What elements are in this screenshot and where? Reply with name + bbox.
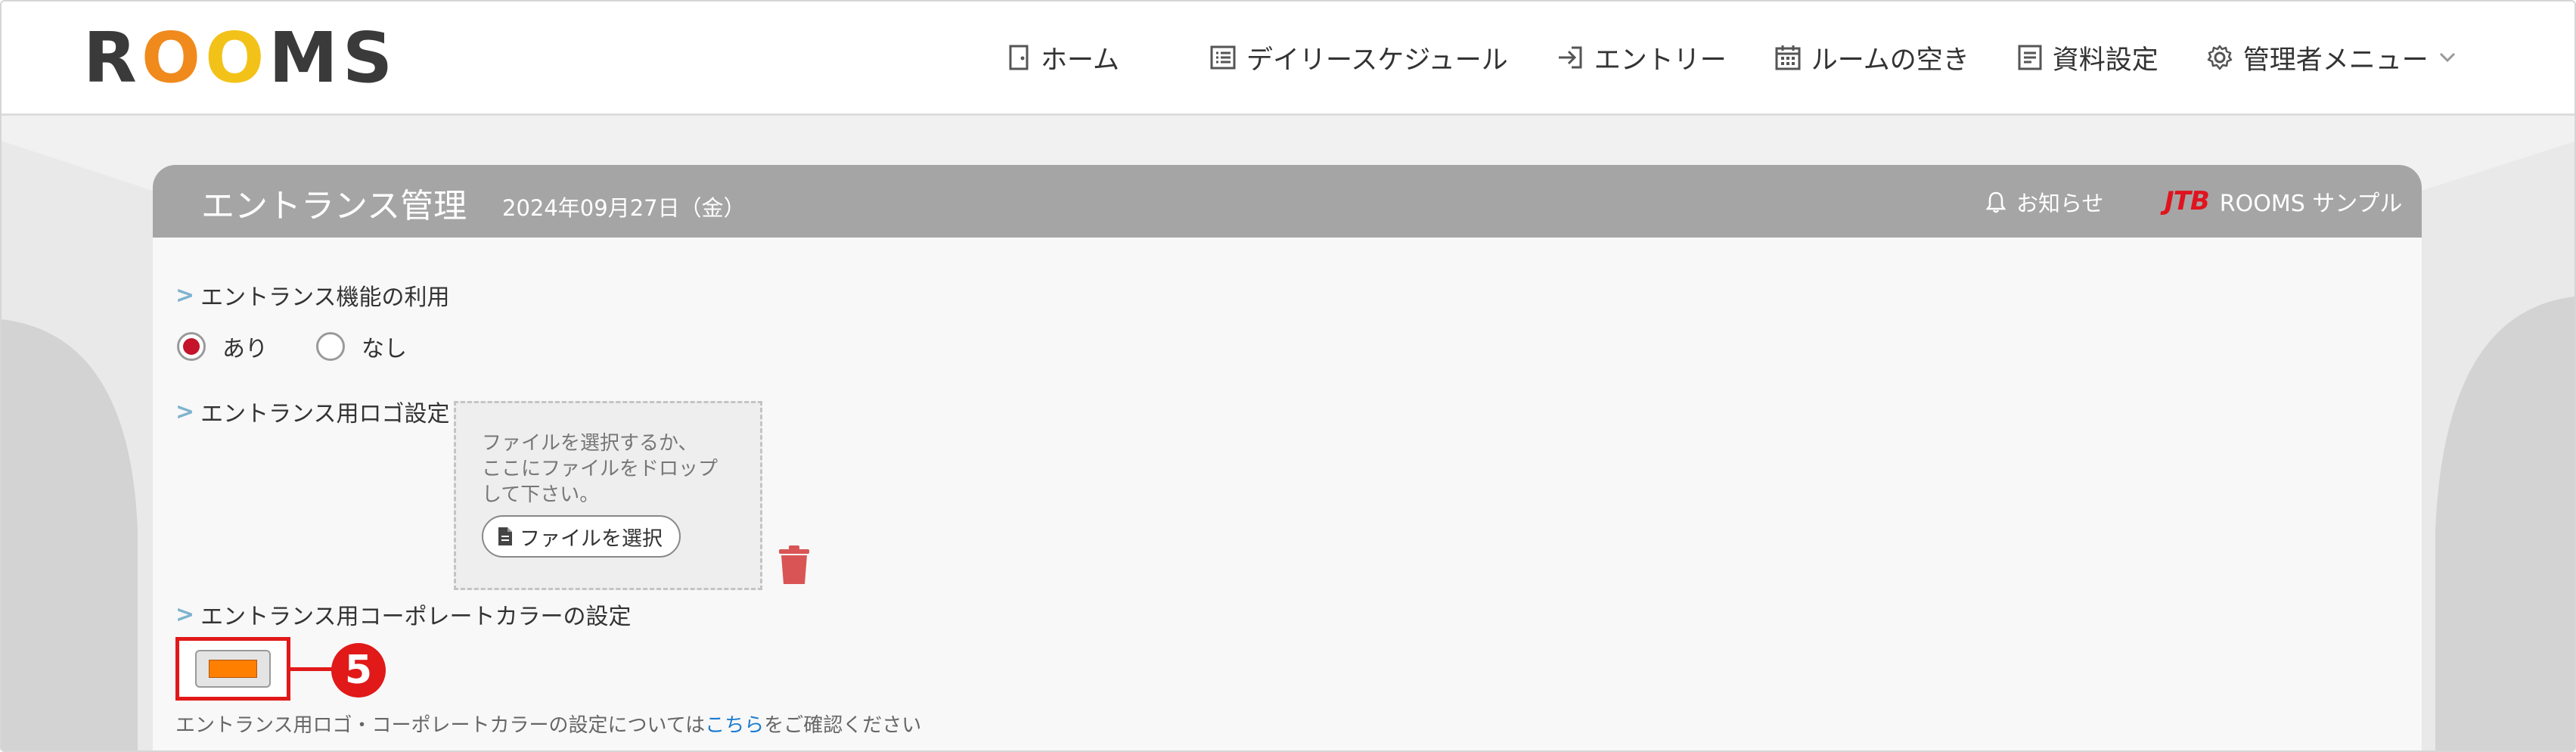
- nav-admin-menu-label: 管理者メニュー: [2242, 45, 2429, 76]
- select-file-label: ファイルを選択: [520, 527, 663, 551]
- nav-home-label: ホーム: [1041, 45, 1119, 76]
- nav-materials-label: 資料設定: [2052, 45, 2159, 76]
- logo-letter: M: [268, 17, 343, 98]
- callout-number-badge: 5: [331, 643, 386, 698]
- company-info: JTB ROOMS サンプル: [2165, 185, 2402, 218]
- section-arrow-icon: >: [175, 281, 195, 309]
- nav-daily-schedule[interactable]: デイリースケジュール: [1210, 39, 1508, 77]
- door-icon: [1009, 45, 1029, 70]
- file-icon: [498, 527, 512, 545]
- help-note-after: をご確認ください: [764, 714, 922, 737]
- entrance-panel: エントランス管理 2024年09月27日（金） お知らせ JTB ROOMS サ…: [153, 165, 2422, 750]
- radio-selected-dot: [183, 338, 200, 355]
- list-icon: [1210, 45, 1236, 70]
- entrance-use-label: エントランス機能の利用: [200, 284, 450, 311]
- notice-link[interactable]: お知らせ: [1986, 186, 2103, 218]
- notice-label: お知らせ: [2016, 191, 2104, 216]
- dropzone-line-3: して下さい。: [482, 483, 600, 506]
- help-note-before: エントランス用ロゴ・コーポレートカラーの設定については: [175, 714, 706, 737]
- rooms-logo[interactable]: ROOMS: [83, 17, 398, 98]
- section-arrow-icon: >: [175, 398, 195, 425]
- radio-no[interactable]: [316, 332, 345, 361]
- entrance-logo-label: エントランス用ロゴ設定: [200, 401, 450, 427]
- color-swatch: [209, 660, 257, 678]
- nav-daily-schedule-label: デイリースケジュール: [1246, 45, 1508, 76]
- radio-yes-label[interactable]: あり: [222, 330, 268, 363]
- select-file-button[interactable]: ファイルを選択: [482, 515, 681, 558]
- logo-letter: O: [141, 17, 206, 98]
- sign-in-icon: [1558, 46, 1582, 69]
- radio-no-label[interactable]: なし: [362, 330, 407, 363]
- nav-home[interactable]: ホーム: [1007, 39, 1119, 77]
- radio-yes[interactable]: [177, 332, 206, 361]
- nav-entry[interactable]: エントリー: [1556, 39, 1727, 77]
- trash-icon[interactable]: [777, 545, 811, 586]
- calendar-icon: [1775, 45, 1801, 70]
- app-frame: ROOMS ホーム デイリースケジュール エントリー ルームの空き 資料設定 管…: [0, 0, 2576, 752]
- panel-header: エントランス管理 2024年09月27日（金） お知らせ JTB ROOMS サ…: [153, 165, 2422, 238]
- help-link[interactable]: こちら: [705, 714, 764, 737]
- nav-room-availability[interactable]: ルームの空き: [1775, 39, 1969, 77]
- nav-materials[interactable]: 資料設定: [2018, 39, 2159, 77]
- callout-line: [290, 667, 333, 671]
- corporate-color-heading: > エントランス用コーポレートカラーの設定: [175, 598, 632, 631]
- nav-admin-menu[interactable]: 管理者メニュー: [2207, 39, 2466, 77]
- dropzone-text: ファイルを選択するか、 ここにファイルをドロップ して下さい。: [482, 430, 746, 508]
- nav-entry-label: エントリー: [1594, 45, 1727, 76]
- logo-letter: S: [342, 17, 398, 98]
- corporate-color-picker[interactable]: [195, 650, 271, 688]
- main-nav: ホーム デイリースケジュール エントリー ルームの空き 資料設定 管理者メニュー: [1007, 2, 2466, 113]
- logo-letter: R: [83, 17, 141, 98]
- top-header: ROOMS ホーム デイリースケジュール エントリー ルームの空き 資料設定 管…: [2, 2, 2574, 116]
- logo-dropzone[interactable]: ファイルを選択するか、 ここにファイルをドロップ して下さい。 ファイルを選択: [454, 401, 762, 590]
- document-icon: [2018, 45, 2042, 70]
- bell-icon: [1986, 191, 2006, 213]
- logo-letter: O: [205, 17, 269, 98]
- corporate-color-label: エントランス用コーポレートカラーの設定: [200, 604, 632, 630]
- dropzone-line-2: ここにファイルをドロップ: [482, 458, 718, 480]
- entrance-use-heading: > エントランス機能の利用: [175, 278, 450, 312]
- company-name: ROOMS サンプル: [2219, 191, 2403, 217]
- help-note: エントランス用ロゴ・コーポレートカラーの設定についてはこちらをご確認ください: [175, 710, 921, 738]
- gear-icon: [2207, 45, 2232, 70]
- current-date: 2024年09月27日（金）: [502, 195, 746, 221]
- color-highlight-box: [175, 637, 290, 701]
- jtb-logo: JTB: [2165, 186, 2210, 216]
- dropzone-line-1: ファイルを選択するか、: [482, 432, 698, 455]
- entrance-logo-heading: > エントランス用ロゴ設定: [175, 395, 450, 428]
- nav-room-availability-label: ルームの空き: [1811, 45, 1969, 76]
- entrance-use-radio-group: あり なし: [177, 330, 455, 363]
- section-arrow-icon: >: [175, 601, 195, 628]
- chevron-down-icon: [2439, 52, 2455, 63]
- page-title: エントランス管理: [201, 187, 467, 225]
